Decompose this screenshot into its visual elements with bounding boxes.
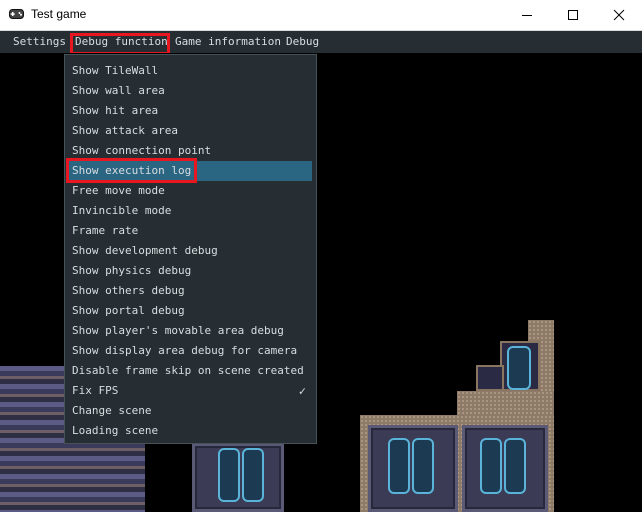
menu-item-free-move-mode[interactable]: Free move mode	[65, 181, 316, 201]
maximize-icon	[568, 10, 578, 20]
menu-debug[interactable]: Debug	[286, 31, 319, 53]
window-title-bar: Test game	[0, 0, 642, 31]
menu-item-label: Fix FPS	[72, 384, 119, 397]
menu-item-label: Frame rate	[72, 224, 139, 237]
menu-item-label: Change scene	[72, 404, 152, 417]
window-title: Test game	[31, 7, 87, 21]
menu-item-label: Loading scene	[72, 424, 159, 437]
checkmark-icon: ✓	[298, 384, 306, 398]
menu-item-label: Free move mode	[72, 184, 165, 197]
menu-item-label: Show attack area	[72, 124, 178, 137]
menu-game-information[interactable]: Game information	[175, 31, 281, 53]
menu-item-show-tilewall[interactable]: Show TileWall	[65, 61, 316, 81]
menu-item-label: Show others debug	[72, 284, 185, 297]
machine-block-small	[476, 365, 504, 391]
menu-item-disable-frame-skip[interactable]: Disable frame skip on scene created	[65, 361, 316, 381]
menu-item-label: Show TileWall	[72, 64, 159, 77]
minimize-button[interactable]	[504, 0, 550, 30]
energy-capsule	[242, 448, 264, 502]
menu-item-show-physics-debug[interactable]: Show physics debug	[65, 261, 316, 281]
menu-item-label: Show physics debug	[72, 264, 192, 277]
menu-item-show-attack-area[interactable]: Show attack area	[65, 121, 316, 141]
menu-item-label: Show portal debug	[72, 304, 185, 317]
energy-capsule	[412, 438, 434, 494]
minimize-icon	[522, 15, 532, 16]
menu-item-label: Show player's movable area debug	[72, 324, 284, 337]
menu-item-label: Show development debug	[72, 244, 218, 257]
menu-settings[interactable]: Settings	[13, 31, 66, 53]
menu-item-show-player-movable-area-debug[interactable]: Show player's movable area debug	[65, 321, 316, 341]
menu-item-show-hit-area[interactable]: Show hit area	[65, 101, 316, 121]
energy-capsule	[507, 346, 531, 390]
menu-item-show-display-area-debug-camera[interactable]: Show display area debug for camera	[65, 341, 316, 361]
menu-item-label: Disable frame skip on scene created	[72, 364, 304, 377]
energy-capsule	[218, 448, 240, 502]
menu-item-change-scene[interactable]: Change scene	[65, 401, 316, 421]
menu-item-label: Show hit area	[72, 104, 159, 117]
menu-item-loading-scene[interactable]: Loading scene	[65, 421, 316, 441]
energy-capsule	[504, 438, 526, 494]
menu-item-label: Show wall area	[72, 84, 165, 97]
sand-ledge	[457, 391, 554, 415]
menu-item-fix-fps[interactable]: Fix FPS ✓	[65, 381, 316, 401]
menu-item-show-portal-debug[interactable]: Show portal debug	[65, 301, 316, 321]
menu-item-show-wall-area[interactable]: Show wall area	[65, 81, 316, 101]
energy-capsule	[480, 438, 502, 494]
menu-item-show-others-debug[interactable]: Show others debug	[65, 281, 316, 301]
menu-item-invincible-mode[interactable]: Invincible mode	[65, 201, 316, 221]
energy-capsule	[388, 438, 410, 494]
menu-item-label: Show display area debug for camera	[72, 344, 298, 357]
close-button[interactable]	[596, 0, 642, 30]
annotation-highlight-box	[66, 158, 197, 183]
menu-item-show-development-debug[interactable]: Show development debug	[65, 241, 316, 261]
menu-item-frame-rate[interactable]: Frame rate	[65, 221, 316, 241]
close-icon	[613, 9, 625, 21]
debug-function-dropdown: Show TileWall Show wall area Show hit ar…	[64, 54, 317, 444]
menu-item-label: Invincible mode	[72, 204, 172, 217]
gamepad-icon	[9, 9, 24, 19]
maximize-button[interactable]	[550, 0, 596, 30]
annotation-highlight-box	[70, 33, 170, 55]
